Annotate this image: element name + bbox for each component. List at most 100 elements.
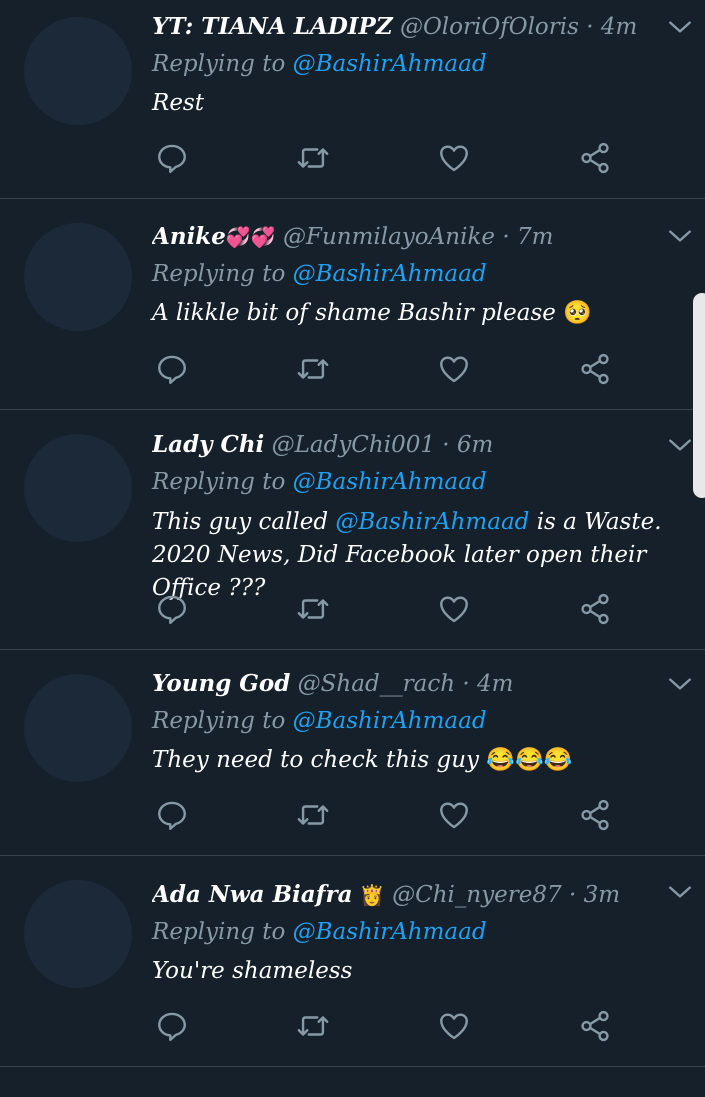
timestamp[interactable]: 7m [517, 224, 553, 250]
reply-button[interactable] [152, 797, 192, 833]
avatar[interactable] [24, 17, 132, 125]
reply-button[interactable] [152, 1008, 192, 1044]
mention-link[interactable]: @BashirAhmaad [293, 469, 487, 495]
like-button[interactable] [434, 1008, 474, 1044]
like-button[interactable] [434, 797, 474, 833]
separator-dot: · [502, 224, 510, 250]
separator-dot: · [462, 671, 470, 697]
chevron-down-icon[interactable] [667, 879, 693, 905]
timestamp[interactable]: 3m [584, 882, 620, 908]
reply-icon [158, 355, 186, 385]
retweet-icon [297, 1016, 329, 1036]
reply-icon [158, 595, 186, 625]
laughing-emoji: 😂😂😂 [486, 747, 573, 773]
share-button[interactable] [575, 351, 615, 387]
retweet-icon [297, 805, 329, 825]
retweet-button[interactable] [293, 1008, 333, 1044]
like-icon [440, 145, 468, 172]
share-icon [581, 353, 609, 385]
mention-link[interactable]: @BashirAhmaad [293, 919, 487, 945]
replying-to: Replying to @BashirAhmaad [152, 467, 487, 497]
chevron-down-icon[interactable] [667, 223, 693, 249]
replying-to: Replying to @BashirAhmaad [152, 917, 487, 947]
mention-link[interactable]: @BashirAhmaad [293, 51, 487, 77]
tweet-text: You're shameless [152, 955, 665, 988]
timestamp[interactable]: 6m [457, 432, 493, 458]
display-name[interactable]: Young God [152, 670, 290, 697]
avatar[interactable] [24, 434, 132, 542]
retweet-button[interactable] [293, 351, 333, 387]
user-handle[interactable]: @Shad__rach [298, 671, 455, 697]
reply-icon [158, 144, 186, 174]
tweet-actions [152, 351, 622, 387]
replying-to: Replying to @BashirAhmaad [152, 259, 487, 289]
avatar[interactable] [24, 223, 132, 331]
tweet-actions [152, 1008, 622, 1044]
mention-link[interactable]: @BashirAhmaad [293, 261, 487, 287]
share-icon [581, 142, 609, 174]
tweet-text: A likkle bit of shame Bashir please 🥺 [152, 297, 665, 330]
chevron-down-icon[interactable] [667, 671, 693, 697]
tweet-header: Young God @Shad__rach · 4m [152, 669, 655, 699]
display-name[interactable]: Ada Nwa Biafra [152, 881, 353, 908]
display-name[interactable]: Lady Chi [152, 431, 264, 458]
pleading-face-emoji: 🥺 [563, 300, 592, 326]
separator-dot: · [442, 432, 450, 458]
retweet-icon [297, 359, 329, 379]
name-emoji: 👸 [359, 883, 385, 907]
share-button[interactable] [575, 797, 615, 833]
reply-button[interactable] [152, 591, 192, 627]
like-icon [440, 596, 468, 623]
avatar[interactable] [24, 674, 132, 782]
display-name[interactable]: Anike [152, 223, 226, 250]
tweet-text-content: They need to check this guy [152, 747, 480, 773]
tweet-2[interactable]: Anike💞💞 @FunmilayoAnike · 7m Replying to… [0, 199, 705, 410]
share-icon [581, 799, 609, 831]
retweet-button[interactable] [293, 797, 333, 833]
timestamp[interactable]: 4m [601, 14, 637, 40]
retweet-icon [297, 599, 329, 619]
user-handle[interactable]: @LadyChi001 [272, 432, 435, 458]
tweet-1[interactable]: YT: TIANA LADIPZ @OloriOfOloris · 4m Rep… [0, 0, 705, 199]
like-button[interactable] [434, 351, 474, 387]
replying-label: Replying to [152, 469, 286, 495]
share-button[interactable] [575, 1008, 615, 1044]
like-button[interactable] [434, 140, 474, 176]
like-icon [440, 356, 468, 383]
tweet-4[interactable]: Young God @Shad__rach · 4m Replying to @… [0, 650, 705, 856]
like-icon [440, 802, 468, 829]
tweet-actions [152, 591, 622, 627]
tweet-5[interactable]: Ada Nwa Biafra 👸 @Chi_nyere87 · 3m Reply… [0, 856, 705, 1067]
user-handle[interactable]: @FunmilayoAnike [283, 224, 495, 250]
tweet-header: Anike💞💞 @FunmilayoAnike · 7m [152, 222, 655, 252]
tweet-3[interactable]: Lady Chi @LadyChi001 · 6m Replying to @B… [0, 410, 705, 650]
tweet-text: They need to check this guy 😂😂😂 [152, 744, 665, 777]
share-button[interactable] [575, 591, 615, 627]
mention-link[interactable]: @BashirAhmaad [335, 509, 529, 535]
share-icon [581, 1010, 609, 1042]
user-handle[interactable]: @Chi_nyere87 [392, 882, 562, 908]
chevron-down-icon[interactable] [667, 14, 693, 40]
reply-button[interactable] [152, 140, 192, 176]
mention-link[interactable]: @BashirAhmaad [293, 708, 487, 734]
timestamp[interactable]: 4m [477, 671, 513, 697]
chevron-down-icon[interactable] [667, 432, 693, 458]
user-handle[interactable]: @OloriOfOloris [400, 14, 579, 40]
scrollbar-thumb[interactable] [693, 293, 705, 498]
share-button[interactable] [575, 140, 615, 176]
retweet-button[interactable] [293, 140, 333, 176]
tweet-header: Lady Chi @LadyChi001 · 6m [152, 430, 655, 460]
reply-button[interactable] [152, 351, 192, 387]
avatar[interactable] [24, 880, 132, 988]
retweet-icon [297, 148, 329, 168]
replying-to: Replying to @BashirAhmaad [152, 49, 487, 79]
tweet-actions [152, 797, 622, 833]
replying-label: Replying to [152, 919, 286, 945]
tweet-header: YT: TIANA LADIPZ @OloriOfOloris · 4m [152, 12, 655, 42]
retweet-button[interactable] [293, 591, 333, 627]
like-button[interactable] [434, 591, 474, 627]
replying-label: Replying to [152, 261, 286, 287]
name-emoji: 💞💞 [225, 225, 276, 249]
display-name[interactable]: YT: TIANA LADIPZ [152, 13, 393, 40]
separator-dot: · [568, 882, 577, 908]
